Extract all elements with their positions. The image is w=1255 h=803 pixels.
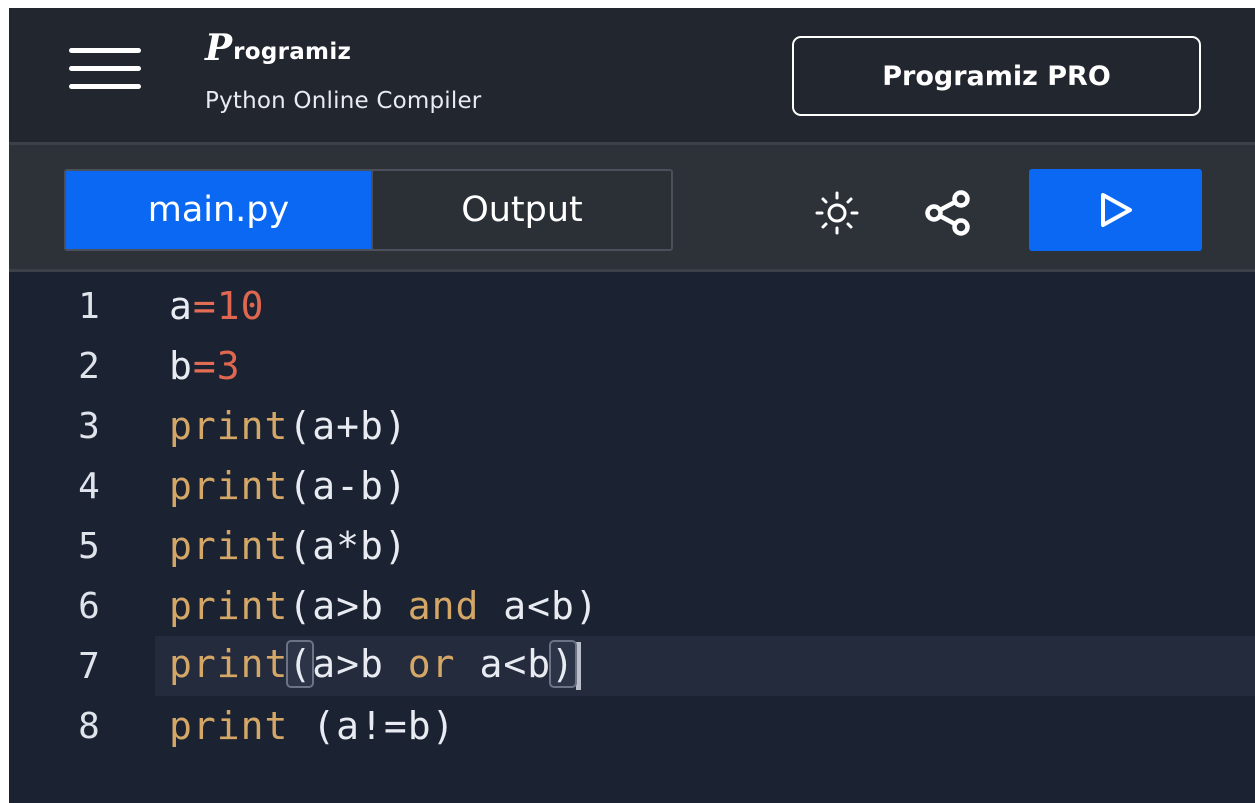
share-icon[interactable]: [917, 181, 981, 245]
line-code: a=10: [169, 284, 265, 328]
app-window: P rogramiz Python Online Compiler Progra…: [9, 8, 1255, 803]
line-code: print(a+b): [169, 404, 408, 448]
tab-output[interactable]: Output: [371, 171, 671, 249]
matched-bracket: (: [286, 639, 315, 688]
page-subtitle: Python Online Compiler: [205, 88, 482, 114]
current-code-line: 7 print(a>b or a<b): [78, 636, 1255, 696]
line-code: print(a>b and a<b): [169, 584, 599, 628]
line-number: 8: [78, 705, 100, 747]
programiz-pro-button[interactable]: Programiz PRO: [792, 36, 1201, 116]
line-number: 4: [78, 465, 100, 507]
line-number: 5: [78, 525, 100, 567]
line-number: 2: [78, 345, 100, 387]
line-code: print(a*b): [169, 524, 408, 568]
code-line: 6 print(a>b and a<b): [9, 576, 1255, 636]
play-icon: [1100, 193, 1132, 227]
brand[interactable]: P rogramiz Python Online Compiler: [205, 26, 481, 114]
line-number: 1: [78, 285, 100, 327]
run-button[interactable]: [1029, 169, 1202, 251]
text-cursor: [575, 642, 581, 691]
logo-mark: P: [205, 27, 233, 69]
code-line: 2 b=3: [9, 336, 1255, 396]
line-code: print (a!=b): [169, 704, 456, 748]
app-header: P rogramiz Python Online Compiler Progra…: [9, 8, 1255, 142]
tab-main-py[interactable]: main.py: [66, 171, 371, 249]
sun-icon[interactable]: [805, 181, 869, 245]
code-line: 8 print (a!=b): [9, 696, 1255, 756]
code-line: 1 a=10: [9, 276, 1255, 336]
code-line: 4 print(a-b): [9, 456, 1255, 516]
line-code: print(a-b): [169, 464, 408, 508]
brand-name: rogramiz: [233, 39, 352, 65]
line-number: 3: [78, 405, 100, 447]
code-editor[interactable]: 1 a=10 2 b=3 3 print(a+b) 4 print(a-b) 5…: [9, 272, 1255, 803]
matched-bracket: ): [549, 639, 577, 688]
brand-logo: P rogramiz: [205, 26, 481, 66]
hamburger-menu-icon[interactable]: [69, 48, 141, 92]
code-line: 3 print(a+b): [9, 396, 1255, 456]
line-code: b=3: [169, 344, 241, 388]
line-number: 7: [78, 645, 100, 687]
editor-toolbar: main.py Output: [9, 142, 1255, 272]
line-code: print(a>b or a<b): [169, 639, 581, 691]
file-tabs: main.py Output: [64, 169, 673, 251]
line-number: 6: [78, 585, 100, 627]
code-line: 5 print(a*b): [9, 516, 1255, 576]
